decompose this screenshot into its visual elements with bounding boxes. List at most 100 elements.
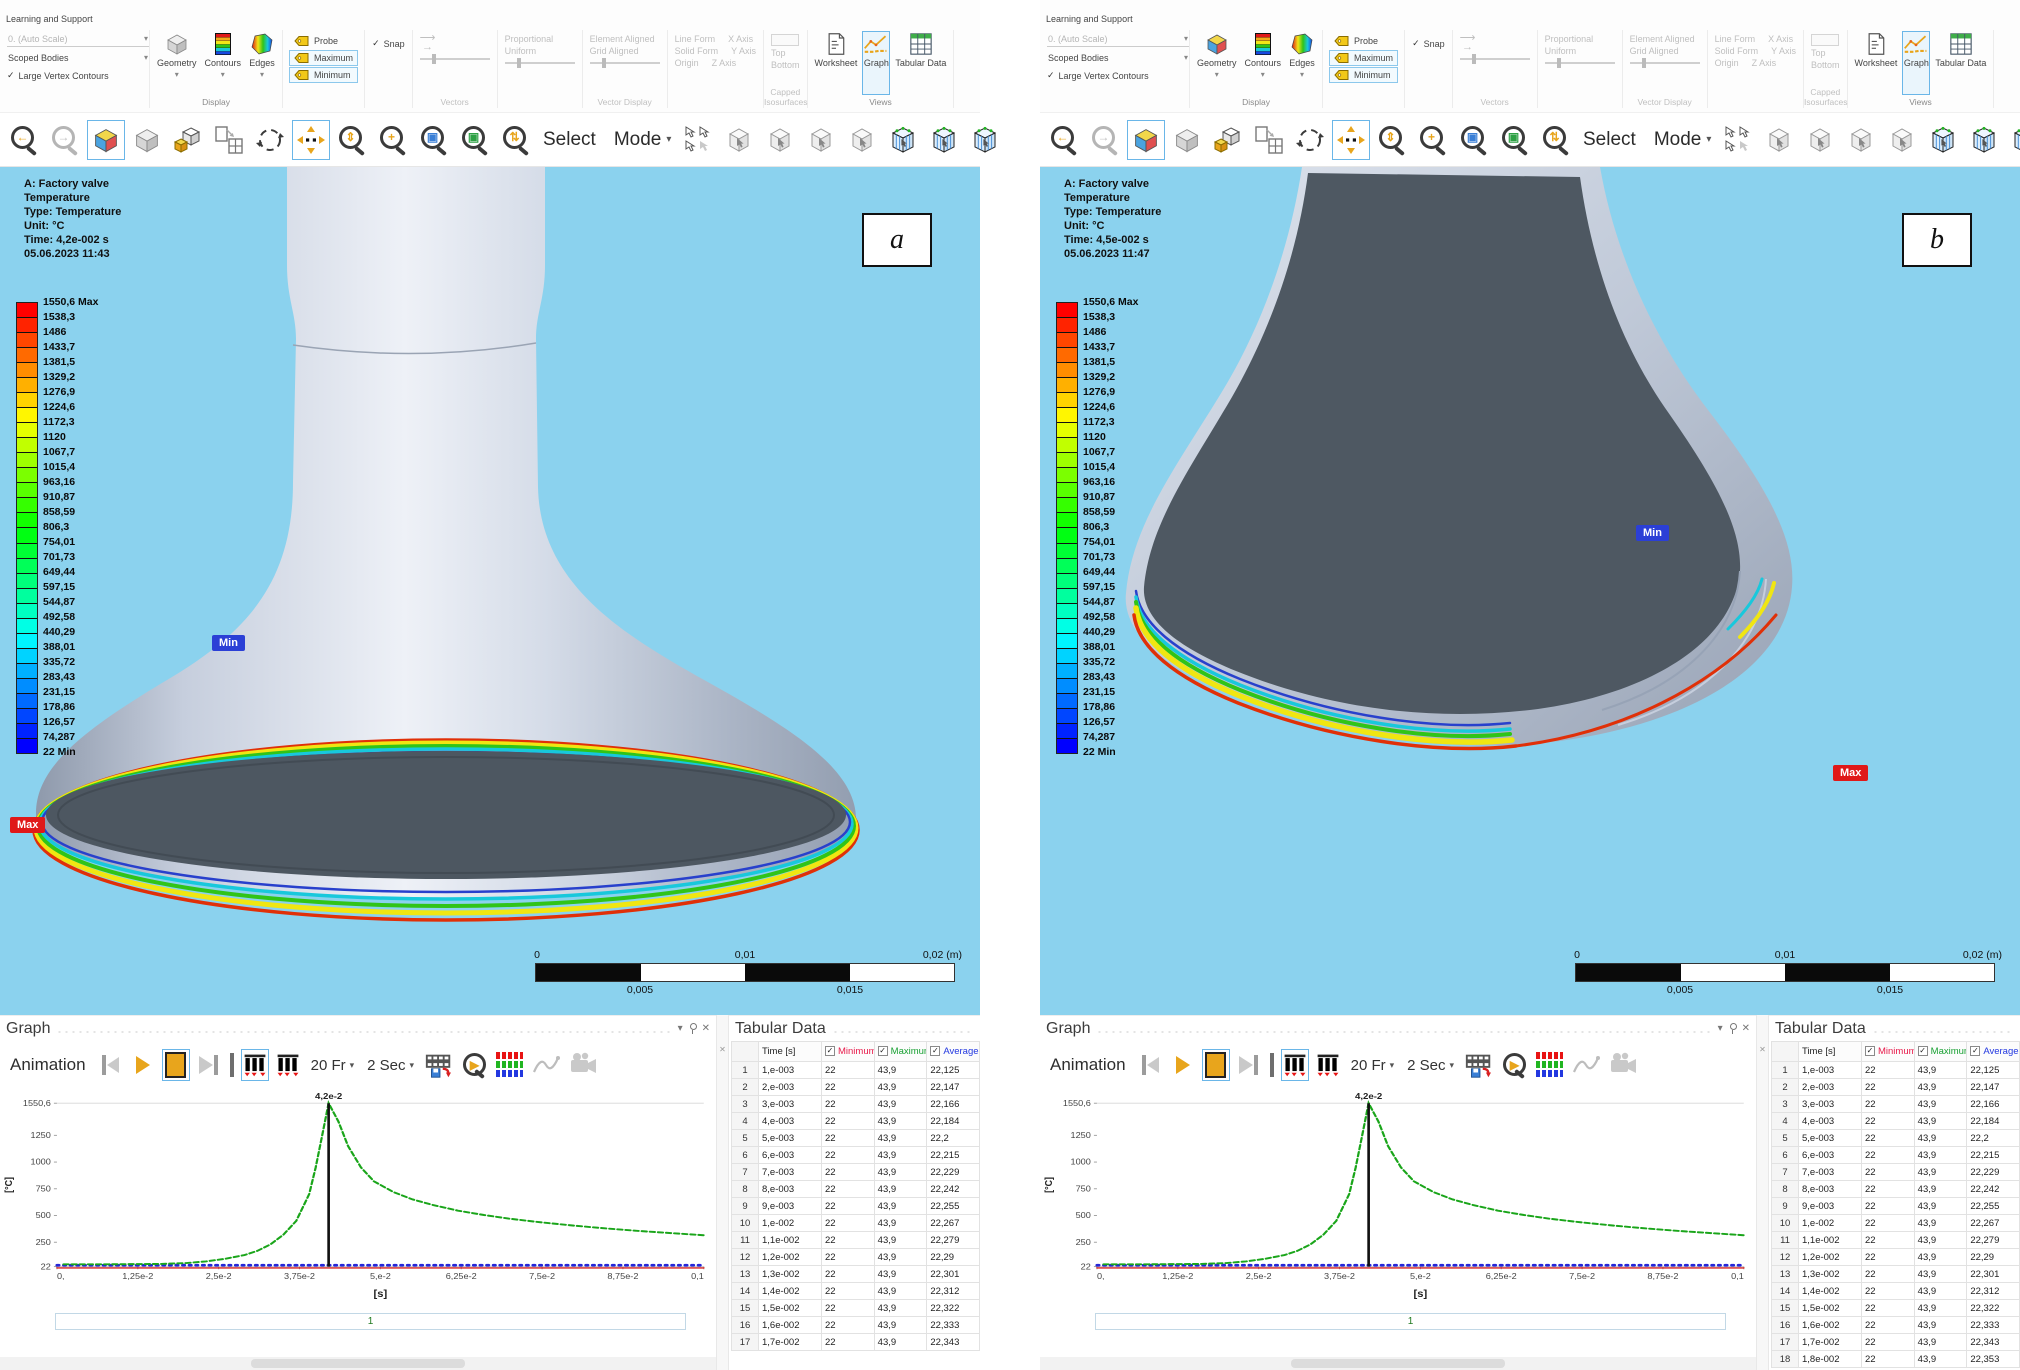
panel-splitter[interactable]: ✕ — [716, 1015, 729, 1370]
maximum-button[interactable]: Maximum — [1330, 51, 1397, 65]
model-viewport[interactable]: A: Factory valveTemperatureType: Tempera… — [0, 167, 980, 1017]
line-form-button[interactable]: Line Form — [1715, 34, 1756, 44]
select-mode-group-icon[interactable] — [680, 121, 716, 159]
table-row[interactable]: 121,2e-0022243,922,29 — [1772, 1249, 2020, 1266]
average-checkbox[interactable]: ✓ — [1970, 1046, 1980, 1056]
grid-density-slider[interactable] — [590, 62, 660, 64]
zoom-next-view-icon[interactable]: → — [47, 121, 83, 159]
uniform-button[interactable]: Uniform — [505, 46, 575, 56]
maximum-checkbox[interactable]: ✓ — [878, 1046, 888, 1056]
magnifier-window-icon[interactable]: ⇅ — [498, 121, 534, 159]
column-header-average[interactable]: ✓Average [°C] — [1967, 1042, 2020, 1062]
edges-button[interactable]: Edges▾ — [249, 32, 275, 94]
table-row[interactable]: 121,2e-0022243,922,29 — [732, 1249, 980, 1266]
table-row[interactable]: 88,e-0032243,922,242 — [732, 1181, 980, 1198]
minimum-button[interactable]: Minimum — [290, 68, 357, 82]
geometry-button[interactable]: Geometry▾ — [1197, 32, 1237, 94]
tabular-data-view-button[interactable]: Tabular Data — [895, 32, 946, 94]
pin-icon[interactable] — [688, 1023, 697, 1034]
x-axis-button[interactable]: X Axis — [1768, 34, 1793, 44]
drag-handle[interactable] — [832, 1030, 974, 1034]
table-row[interactable]: 99,e-0032243,922,255 — [732, 1198, 980, 1215]
result-chart[interactable]: 1550,612501000750500250220,1,25e-22,5e-2… — [0, 1089, 716, 1311]
result-scale-dropdown[interactable]: 0. (Auto Scale)▾ — [1047, 32, 1189, 47]
result-chart[interactable]: 1550,612501000750500250220,1,25e-22,5e-2… — [1040, 1089, 1756, 1311]
horizontal-scrollbar[interactable] — [1040, 1357, 1756, 1370]
select-faces-icon[interactable] — [1843, 121, 1879, 159]
magnifier-window-icon[interactable]: ⇅ — [1538, 121, 1574, 159]
z-axis-button[interactable]: Z Axis — [712, 58, 737, 68]
rotate-orbit-icon[interactable] — [252, 121, 288, 159]
column-header-maximum[interactable]: ✓Maximum [°C] — [1914, 1042, 1967, 1062]
worksheet-button[interactable]: Worksheet — [1855, 32, 1898, 94]
split-window-icon[interactable] — [211, 121, 247, 159]
min-probe-tag[interactable]: Min — [1636, 525, 1669, 541]
zoom-in-icon[interactable]: + — [375, 121, 411, 159]
column-header-minimum[interactable]: ✓Minimum [°C] — [822, 1042, 875, 1062]
capped-top-button[interactable]: Top — [1811, 48, 1840, 58]
select-vertices-icon[interactable] — [1761, 121, 1797, 159]
max-probe-tag[interactable]: Max — [1833, 765, 1868, 781]
large-vertex-contours-checkbox[interactable]: ✓Large Vertex Contours — [7, 70, 142, 81]
minimum-checkbox[interactable]: ✓ — [1865, 1046, 1875, 1056]
table-row[interactable]: 171,7e-0022243,922,343 — [1772, 1334, 2020, 1351]
split-window-icon[interactable] — [1251, 121, 1287, 159]
export-video-icon[interactable] — [1464, 1050, 1494, 1080]
proportional-button[interactable]: Proportional — [505, 34, 575, 44]
result-sets-colors-icon[interactable] — [494, 1050, 524, 1080]
table-row[interactable]: 141,4e-0022243,922,312 — [1772, 1283, 2020, 1300]
vectors-slider[interactable] — [420, 58, 490, 60]
animation-last-frame-button[interactable] — [196, 1050, 222, 1080]
select-faces-icon[interactable] — [803, 121, 839, 159]
duration-dropdown[interactable]: 2 Sec▾ — [1404, 1057, 1457, 1074]
table-row[interactable]: 99,e-0032243,922,255 — [1772, 1198, 2020, 1215]
zoom-icon[interactable]: ⇕ — [1374, 121, 1410, 159]
geometry-button[interactable]: Geometry▾ — [157, 32, 197, 94]
mode-dropdown[interactable]: Mode▾ — [1654, 129, 1712, 151]
large-vertex-contours-checkbox[interactable]: ✓Large Vertex Contours — [1047, 70, 1182, 81]
edges-button[interactable]: Edges▾ — [1289, 32, 1315, 94]
select-vertices-icon[interactable] — [721, 121, 757, 159]
column-header-time[interactable]: Time [s] — [1799, 1042, 1862, 1062]
vectors-slider[interactable] — [1460, 58, 1530, 60]
camera-export-icon[interactable] — [1608, 1050, 1640, 1080]
panel-menu-icon[interactable]: ▾ — [1718, 1023, 1723, 1034]
isometric-view-icon[interactable] — [1128, 121, 1164, 159]
select-element-faces-icon[interactable] — [967, 121, 1003, 159]
animation-first-frame-button[interactable] — [97, 1050, 123, 1080]
probe-curve-icon[interactable] — [1571, 1050, 1601, 1080]
animation-stop-button[interactable] — [1203, 1050, 1229, 1080]
origin-button[interactable]: Origin — [675, 58, 699, 68]
animation-result-sets-mode-button[interactable] — [275, 1050, 301, 1080]
contours-button[interactable]: Contours▾ — [1245, 32, 1282, 94]
probe-button[interactable]: Probe — [1330, 34, 1397, 48]
select-edges-icon[interactable] — [762, 121, 798, 159]
element-aligned-button[interactable]: Element Aligned — [1630, 34, 1700, 44]
table-row[interactable]: 66,e-0032243,922,215 — [1772, 1147, 2020, 1164]
minimum-button[interactable]: Minimum — [1330, 68, 1397, 82]
viewports-icon[interactable] — [170, 121, 206, 159]
table-row[interactable]: 161,6e-0022243,922,333 — [732, 1317, 980, 1334]
table-row[interactable]: 44,e-0032243,922,184 — [732, 1113, 980, 1130]
max-probe-tag[interactable]: Max — [10, 817, 45, 833]
element-aligned-button[interactable]: Element Aligned — [590, 34, 660, 44]
drag-handle[interactable] — [56, 1030, 671, 1034]
time-step-slider[interactable]: 1 — [55, 1313, 686, 1330]
table-row[interactable]: 101,e-0022243,922,267 — [1772, 1215, 2020, 1232]
select-nodes-icon[interactable] — [1925, 121, 1961, 159]
viewports-icon[interactable] — [1210, 121, 1246, 159]
table-row[interactable]: 22,e-0032243,922,147 — [1772, 1079, 2020, 1096]
frames-dropdown[interactable]: 20 Fr▾ — [1348, 1057, 1398, 1074]
table-row[interactable]: 111,1e-0022243,922,279 — [1772, 1232, 2020, 1249]
box-zoom-icon[interactable]: ▣ — [416, 121, 452, 159]
panel-splitter[interactable]: ✕ — [1756, 1015, 1769, 1370]
table-row[interactable]: 141,4e-0022243,922,312 — [732, 1283, 980, 1300]
table-row[interactable]: 161,6e-0022243,922,333 — [1772, 1317, 2020, 1334]
drag-handle[interactable] — [1096, 1030, 1711, 1034]
tabular-data-scroll[interactable]: Time [s] ✓Minimum [°C] ✓Maximum [°C] ✓Av… — [731, 1041, 980, 1370]
zoom-in-icon[interactable]: + — [1415, 121, 1451, 159]
y-axis-button[interactable]: Y Axis — [731, 46, 756, 56]
select-elements-icon[interactable] — [926, 121, 962, 159]
solid-form-button[interactable]: Solid Form — [675, 46, 719, 56]
look-at-face-icon[interactable] — [129, 121, 165, 159]
